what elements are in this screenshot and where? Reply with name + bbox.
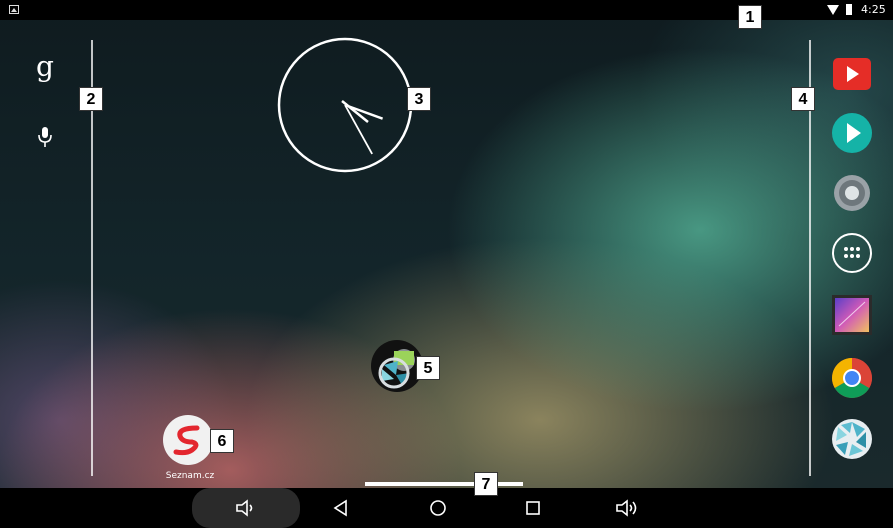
camera-app[interactable] xyxy=(829,416,875,462)
app-drawer-icon xyxy=(832,233,872,273)
aperture-icon xyxy=(832,419,872,459)
callout-4: 4 xyxy=(791,87,815,111)
back-triangle-icon xyxy=(333,499,347,517)
recents-button[interactable] xyxy=(498,488,568,528)
home-screen-handle[interactable] xyxy=(365,482,523,486)
seznam-app[interactable] xyxy=(162,414,214,466)
chrome-icon xyxy=(832,358,872,398)
callout-6: 6 xyxy=(210,429,234,453)
home-circle-icon xyxy=(430,500,446,516)
microphone-icon[interactable] xyxy=(38,126,52,148)
app-drawer[interactable] xyxy=(829,230,875,276)
google-search-icon[interactable]: g xyxy=(36,50,54,83)
wallpaper xyxy=(0,0,893,528)
gallery-icon xyxy=(832,295,872,335)
youtube-icon xyxy=(833,58,871,90)
gallery-app[interactable] xyxy=(829,292,875,338)
settings-gear-icon xyxy=(834,175,870,211)
navigation-bar xyxy=(0,488,893,528)
play-store-app[interactable] xyxy=(829,110,875,156)
back-button[interactable] xyxy=(306,488,376,528)
analog-clock-widget[interactable] xyxy=(276,36,414,174)
play-store-icon xyxy=(832,113,872,153)
youtube-app[interactable] xyxy=(829,52,875,98)
volume-up-icon xyxy=(616,499,637,517)
volume-down-icon xyxy=(236,499,253,517)
callout-5: 5 xyxy=(416,356,440,380)
callout-7: 7 xyxy=(474,472,498,496)
status-time: 4:25 xyxy=(861,3,886,16)
callout-2: 2 xyxy=(79,87,103,111)
volume-up-button[interactable] xyxy=(592,488,662,528)
image-notification-icon xyxy=(9,5,19,14)
callout-3: 3 xyxy=(407,87,431,111)
callout-1: 1 xyxy=(738,5,762,29)
chrome-app[interactable] xyxy=(829,355,875,401)
settings-app[interactable] xyxy=(829,170,875,216)
volume-down-button[interactable] xyxy=(192,488,300,528)
wifi-icon xyxy=(827,5,839,15)
seznam-icon xyxy=(163,415,213,465)
seznam-label: Seznam.cz xyxy=(165,471,215,481)
home-button[interactable] xyxy=(403,488,473,528)
recents-square-icon xyxy=(526,501,540,515)
battery-icon xyxy=(846,4,852,15)
